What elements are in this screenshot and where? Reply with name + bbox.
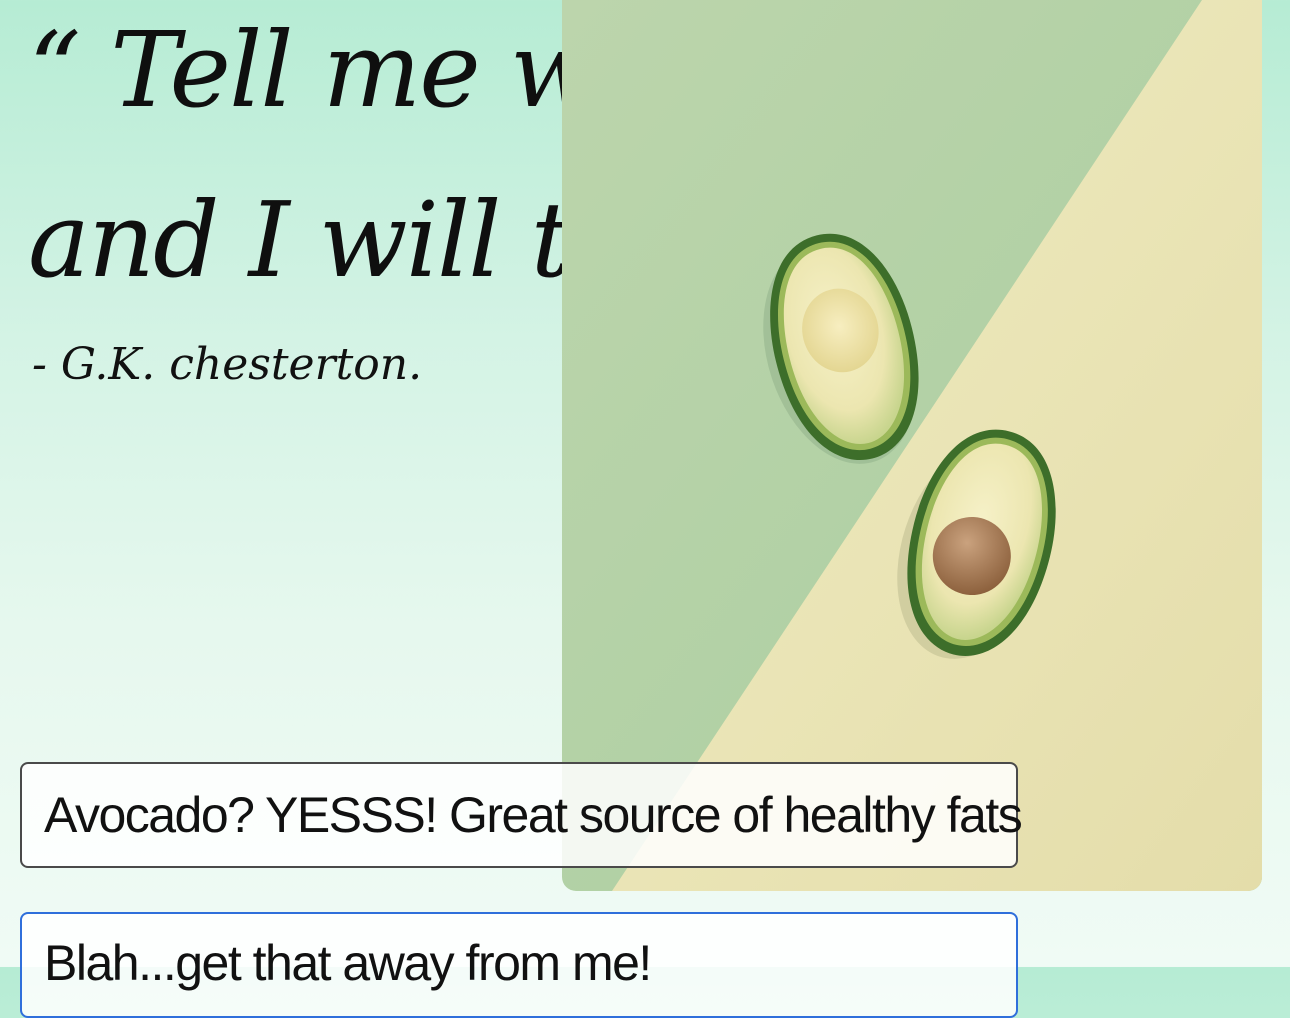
answer-option-avocado-no[interactable]: Blah...get that away from me! xyxy=(20,912,1018,1018)
answer-option-label: Avocado? YESSS! Great source of healthy … xyxy=(44,787,1023,843)
answer-option-label: Blah...get that away from me! xyxy=(44,935,652,991)
answer-option-avocado-yes[interactable]: Avocado? YESSS! Great source of healthy … xyxy=(20,762,1023,868)
avocado-photo xyxy=(562,0,1262,891)
quote-author: - G.K. chesterton. xyxy=(32,339,423,390)
